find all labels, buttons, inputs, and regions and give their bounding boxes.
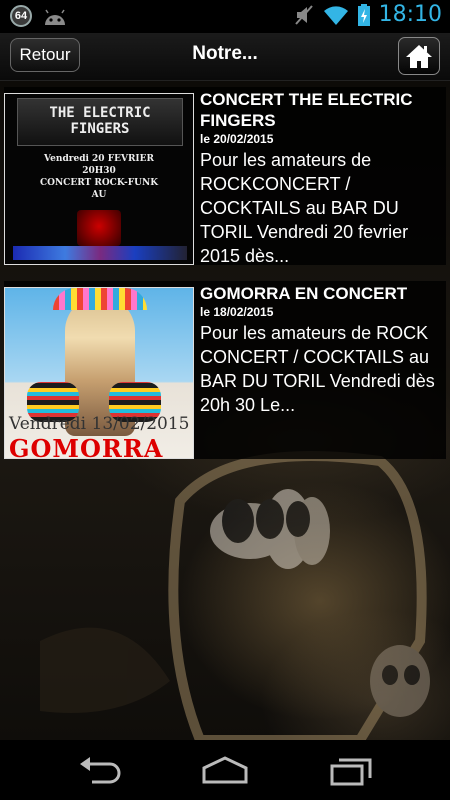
list-item[interactable]: Vendredi 13/02/2015 GOMORRA GOMORRA EN C… xyxy=(4,281,446,459)
item-date: le 20/02/2015 xyxy=(200,132,274,146)
home-button[interactable] xyxy=(398,37,440,75)
navigation-bar xyxy=(0,740,450,800)
venue-logo xyxy=(77,210,121,246)
poster-text: 20H30 xyxy=(82,166,116,176)
clock: 18:10 xyxy=(378,2,442,27)
list-item[interactable]: THE ELECTRIC FINGERS Vendredi 20 FEVRIER… xyxy=(4,87,446,266)
event-poster-image: THE ELECTRIC FINGERS Vendredi 20 FEVRIER… xyxy=(4,93,194,265)
nav-back-button[interactable] xyxy=(76,754,126,786)
nav-recent-apps-button[interactable] xyxy=(326,754,376,786)
back-icon xyxy=(80,757,121,784)
header-bar: Retour Notre... xyxy=(0,33,450,81)
item-title[interactable]: CONCERT THE ELECTRIC FINGERS xyxy=(200,89,444,131)
poster-heading-box: THE ELECTRIC FINGERS xyxy=(17,98,183,146)
poster-photo-strip xyxy=(13,246,187,260)
battery-icon xyxy=(357,3,370,26)
mute-icon xyxy=(294,4,313,25)
poster-heading: THE ELECTRIC FINGERS xyxy=(49,105,151,137)
item-title[interactable]: GOMORRA EN CONCERT xyxy=(200,283,444,304)
poster-headdress xyxy=(53,288,147,310)
item-description: Pour les amateurs de ROCK CONCERT / COCK… xyxy=(200,323,435,415)
recent-apps-icon xyxy=(330,758,372,786)
poster-text: AU xyxy=(91,190,107,200)
item-date: le 18/02/2015 xyxy=(200,305,274,319)
item-description: Pour les amateurs de ROCKCONCERT / COCKT… xyxy=(200,150,409,266)
poster-text: CONCERT ROCK-FUNK xyxy=(39,178,159,188)
status-bar: 64 18:10 xyxy=(0,0,450,33)
event-poster-image: Vendredi 13/02/2015 GOMORRA xyxy=(4,287,194,459)
app-badge-icon: 64 xyxy=(10,5,32,27)
poster-band-name: GOMORRA xyxy=(9,434,164,459)
nav-home-button[interactable] xyxy=(200,754,250,786)
poster-date: Vendredi 13/02/2015 xyxy=(9,414,190,434)
news-list[interactable]: THE ELECTRIC FINGERS Vendredi 20 FEVRIER… xyxy=(0,81,450,740)
android-icon xyxy=(45,9,65,25)
home-nav-icon xyxy=(202,756,248,784)
page-title: Notre... xyxy=(192,43,258,64)
poster-text: Vendredi 20 FEVRIER xyxy=(44,154,154,164)
wifi-icon xyxy=(323,5,348,25)
home-icon xyxy=(406,45,432,68)
